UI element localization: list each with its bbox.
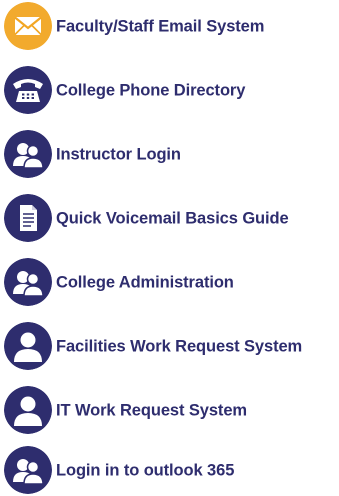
link-label: Instructor Login [56, 145, 181, 164]
link-label: Facilities Work Request System [56, 337, 303, 356]
link-facilities-work-request[interactable]: Facilities Work Request System [0, 322, 339, 372]
link-faculty-staff-email[interactable]: Faculty/Staff Email System [0, 2, 339, 52]
link-label: Faculty/Staff Email System [56, 17, 265, 36]
document-icon [4, 194, 52, 242]
users-icon [4, 130, 52, 178]
link-label: IT Work Request System [56, 401, 247, 420]
link-label: College Phone Directory [56, 81, 246, 100]
envelope-icon [4, 2, 52, 50]
link-instructor-login[interactable]: Instructor Login [0, 130, 339, 180]
link-quick-voicemail-guide[interactable]: Quick Voicemail Basics Guide [0, 194, 339, 244]
users-icon [4, 446, 52, 494]
link-label: College Administration [56, 273, 234, 292]
quick-links-list: Faculty/Staff Email System College Phone… [0, 0, 339, 495]
link-it-work-request[interactable]: IT Work Request System [0, 386, 339, 436]
user-icon [4, 386, 52, 434]
link-label: Login in to outlook 365 [56, 461, 235, 480]
link-college-phone-directory[interactable]: College Phone Directory [0, 66, 339, 116]
link-college-administration[interactable]: College Administration [0, 258, 339, 308]
link-label: Quick Voicemail Basics Guide [56, 209, 289, 228]
link-login-outlook-365[interactable]: Login in to outlook 365 [0, 446, 339, 496]
telephone-icon [4, 66, 52, 114]
user-icon [4, 322, 52, 370]
users-icon [4, 258, 52, 306]
